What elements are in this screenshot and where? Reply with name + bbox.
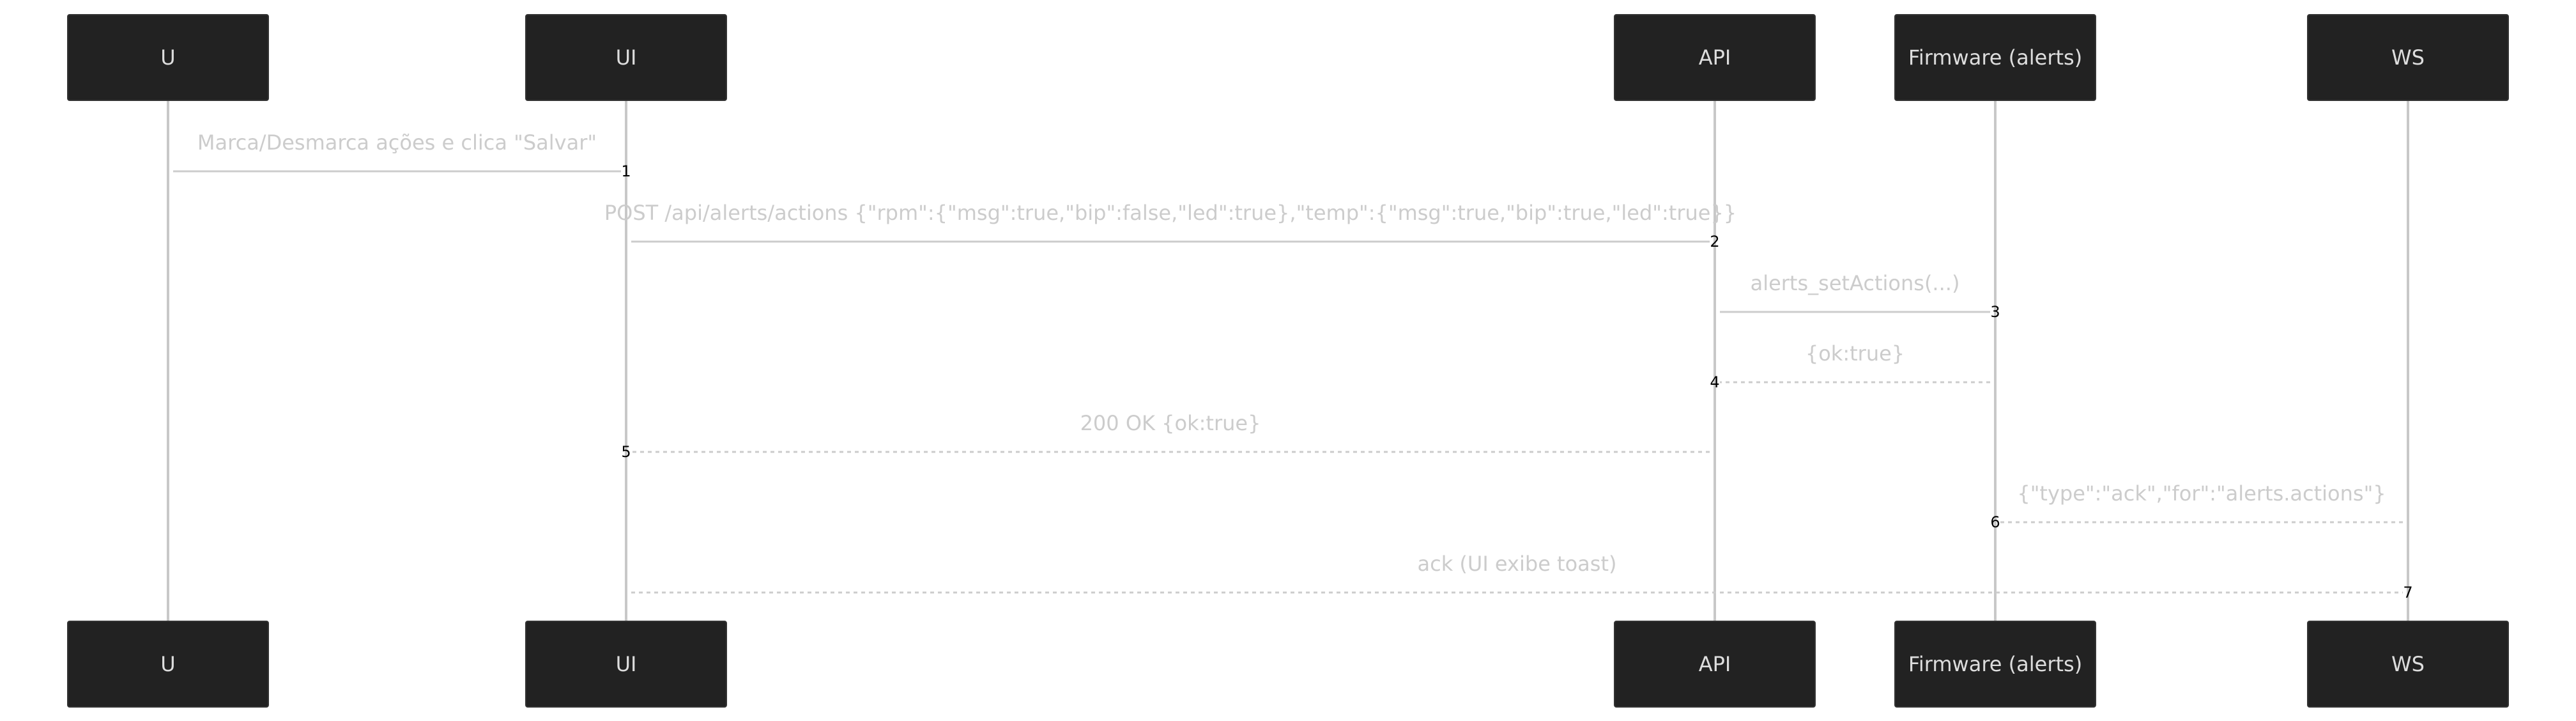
message-7: ack (UI exibe toast) 7 [631, 552, 2413, 601]
actor-label: U [160, 45, 175, 70]
actor-bottom-u: U [67, 621, 269, 708]
actor-bottom-fw: Firmware (alerts) [1894, 621, 2096, 708]
messages: Marca/Desmarca ações e clica "Salvar" 1 PO… [173, 130, 2413, 601]
actor-top-ui: UI [525, 14, 727, 101]
sequence-number: 5 [621, 443, 631, 461]
actor-bottom-ws: WS [2307, 621, 2509, 708]
message-5: 200 OK {ok:true} 5 [621, 411, 1710, 461]
sequence-number: 7 [2403, 584, 2412, 601]
actor-label: UI [616, 45, 637, 70]
actor-label: WS [2391, 652, 2425, 676]
message-6: {"type":"ack","for":"alerts.actions"} 6 [1990, 481, 2403, 531]
actors-bottom: U UI API Firmware (alerts) WS [67, 621, 2509, 708]
actor-label: WS [2391, 45, 2425, 70]
sequence-number: 4 [1710, 373, 1719, 391]
actor-label: Firmware (alerts) [1908, 45, 2082, 70]
sequence-number: 1 [621, 162, 631, 180]
actors-top: U UI API Firmware (alerts) WS [67, 14, 2509, 101]
sequence-number: 3 [1990, 303, 2000, 321]
sequence-number: 2 [1710, 233, 1719, 251]
actor-top-u: U [67, 14, 269, 101]
actor-top-ws: WS [2307, 14, 2509, 101]
message-label: alerts_setActions(...) [1751, 271, 1960, 295]
message-label: ack (UI exibe toast) [1418, 552, 1617, 576]
message-label: {ok:true} [1805, 341, 1905, 366]
actor-label: API [1699, 652, 1731, 676]
actor-top-api: API [1614, 14, 1816, 101]
sequence-diagram: Marca/Desmarca ações e clica "Salvar" 1 PO… [67, 14, 2509, 708]
message-label: {"type":"ack","for":"alerts.actions"} [2017, 481, 2386, 506]
actor-bottom-api: API [1614, 621, 1816, 708]
message-1: Marca/Desmarca ações e clica "Salvar" 1 [173, 130, 631, 180]
actor-label: API [1699, 45, 1731, 70]
actor-label: U [160, 652, 175, 676]
actor-label: Firmware (alerts) [1908, 652, 2082, 676]
message-label: 200 OK {ok:true} [1080, 411, 1261, 435]
lifelines [167, 100, 2409, 621]
actor-label: UI [616, 652, 637, 676]
message-3: alerts_setActions(...) 3 [1720, 271, 2000, 321]
sequence-number: 6 [1990, 513, 2000, 531]
message-label: POST /api/alerts/actions {"rpm":{"msg":t… [604, 201, 1736, 225]
message-label: Marca/Desmarca ações e clica "Salvar" [197, 130, 597, 155]
actor-bottom-ui: UI [525, 621, 727, 708]
actor-top-fw: Firmware (alerts) [1894, 14, 2096, 101]
message-2: POST /api/alerts/actions {"rpm":{"msg":t… [604, 201, 1736, 251]
message-4: {ok:true} 4 [1710, 341, 1990, 391]
